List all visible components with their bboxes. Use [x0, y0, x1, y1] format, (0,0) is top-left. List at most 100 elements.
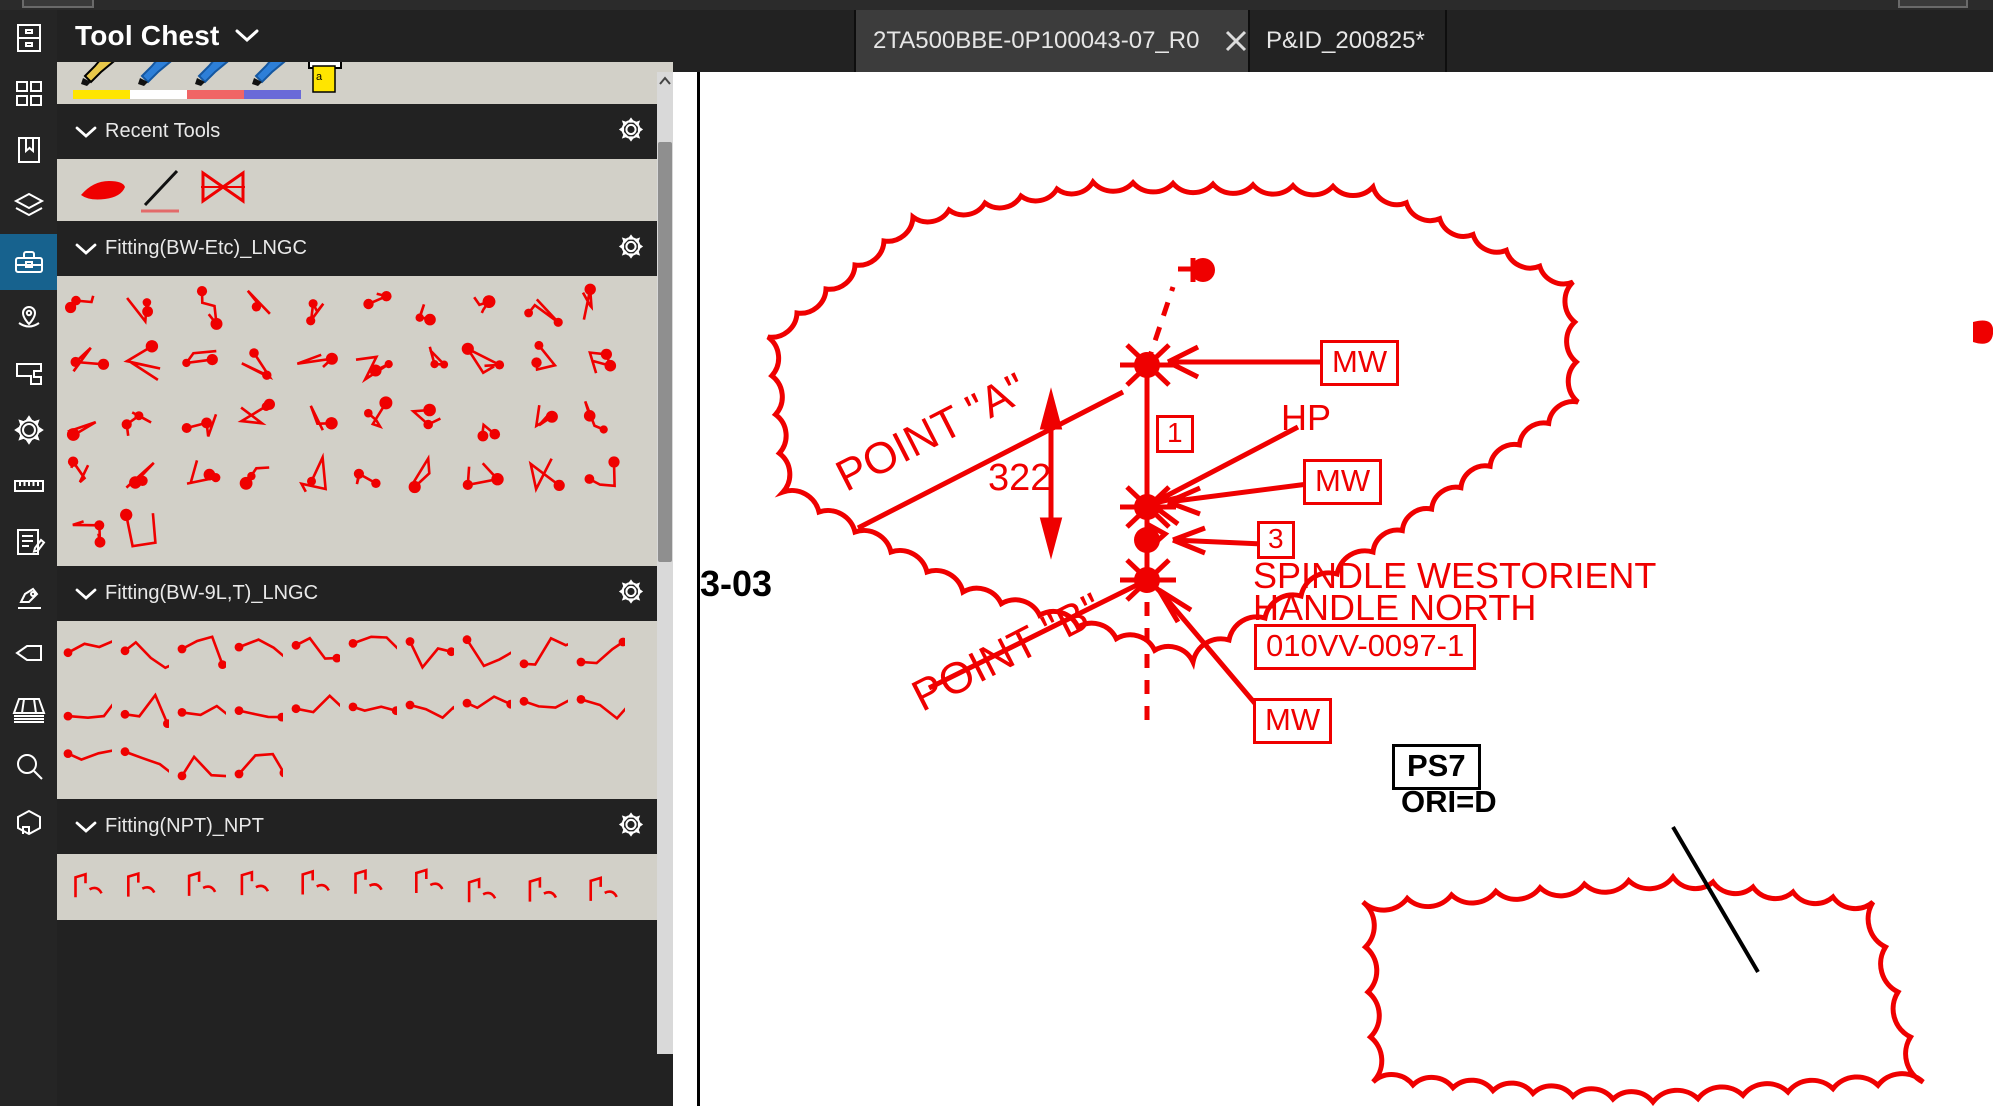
tool-grid-item[interactable] — [456, 280, 513, 336]
tool-grid-item[interactable] — [114, 625, 171, 681]
tool-grid-item[interactable] — [57, 858, 114, 914]
sticky-note-tool[interactable]: a — [303, 62, 351, 104]
tool-grid-item[interactable] — [114, 448, 171, 504]
tool-grid-item[interactable] — [399, 280, 456, 336]
sidebar-item-sheets[interactable] — [0, 682, 57, 738]
tool-grid-item[interactable] — [228, 681, 285, 737]
tool-grid-item[interactable] — [570, 681, 627, 737]
highlighter-color-swatch[interactable] — [187, 90, 244, 99]
tool-grid-item[interactable] — [456, 448, 513, 504]
tool-grid-item[interactable] — [171, 737, 228, 793]
recent-tool-highlight-swipe[interactable] — [75, 165, 131, 214]
tool-grid-item[interactable] — [228, 448, 285, 504]
tool-grid-item[interactable] — [171, 681, 228, 737]
tool-grid-item[interactable] — [57, 737, 114, 793]
recent-tool-leader-line[interactable] — [135, 165, 191, 220]
tool-grid-item[interactable] — [228, 625, 285, 681]
tool-grid-item[interactable] — [228, 737, 285, 793]
tool-grid-item[interactable] — [57, 336, 114, 392]
tool-grid-item[interactable] — [399, 681, 456, 737]
tool-grid-item[interactable] — [342, 625, 399, 681]
highlighter-tool[interactable] — [189, 62, 239, 91]
highlighter-color-swatch[interactable] — [244, 90, 301, 99]
tool-grid-item[interactable] — [513, 392, 570, 448]
document-tab[interactable]: 2TA500BBE-0P100043-07_R0 — [855, 10, 1248, 72]
document-tab[interactable]: P&ID_200825* — [1248, 10, 1445, 72]
sidebar-item-spaces[interactable] — [0, 346, 57, 402]
tool-grid-item[interactable] — [570, 448, 627, 504]
close-icon[interactable] — [1221, 26, 1251, 56]
sidebar-item-search[interactable] — [0, 738, 57, 794]
gear-icon[interactable] — [616, 576, 646, 611]
sidebar-item-tool-chest[interactable] — [0, 234, 57, 290]
tool-grid-item[interactable] — [399, 625, 456, 681]
tool-grid-item[interactable] — [570, 280, 627, 336]
highlighter-color-swatch[interactable] — [130, 90, 187, 99]
sidebar-item-measure[interactable] — [0, 458, 57, 514]
tool-grid-item[interactable] — [570, 858, 627, 914]
chevron-down-icon[interactable] — [234, 28, 260, 44]
tool-grid-item[interactable] — [513, 625, 570, 681]
sidebar-item-forms[interactable] — [0, 514, 57, 570]
sidebar-item-tags[interactable] — [0, 626, 57, 682]
tool-grid-item[interactable] — [228, 280, 285, 336]
tool-grid-item[interactable] — [285, 280, 342, 336]
tool-grid-item[interactable] — [342, 280, 399, 336]
tool-grid-item[interactable] — [228, 336, 285, 392]
sidebar-item-thumbnails[interactable] — [0, 66, 57, 122]
tool-grid-item[interactable] — [57, 392, 114, 448]
sidebar-item-settings[interactable] — [0, 402, 57, 458]
chevron-down-icon[interactable] — [75, 587, 99, 601]
gear-icon[interactable] — [616, 114, 646, 149]
tool-grid-item[interactable] — [114, 858, 171, 914]
tool-grid-item[interactable] — [285, 392, 342, 448]
sidebar-item-location[interactable] — [0, 290, 57, 346]
tool-grid-item[interactable] — [228, 858, 285, 914]
tool-grid-item[interactable] — [456, 336, 513, 392]
tool-grid-item[interactable] — [228, 392, 285, 448]
tool-grid-item[interactable] — [285, 681, 342, 737]
tool-grid-item[interactable] — [171, 448, 228, 504]
sidebar-item-3d-model[interactable] — [0, 794, 57, 850]
highlighter-tool[interactable] — [132, 62, 182, 91]
tool-grid-item[interactable] — [342, 336, 399, 392]
highlighter-color-swatch[interactable] — [73, 90, 130, 99]
tool-grid-item[interactable] — [114, 392, 171, 448]
gear-icon[interactable] — [616, 231, 646, 266]
tool-grid-item[interactable] — [114, 280, 171, 336]
tool-grid-item[interactable] — [399, 336, 456, 392]
chevron-down-icon[interactable] — [75, 242, 99, 256]
tool-grid-item[interactable] — [456, 858, 513, 914]
tool-grid-item[interactable] — [285, 858, 342, 914]
tool-grid-item[interactable] — [399, 392, 456, 448]
tool-grid-item[interactable] — [171, 392, 228, 448]
tool-grid-item[interactable] — [114, 504, 171, 560]
chevron-up-icon[interactable] — [657, 72, 673, 90]
tool-grid-item[interactable] — [171, 280, 228, 336]
sidebar-item-layers[interactable] — [0, 178, 57, 234]
chevron-down-icon[interactable] — [75, 125, 99, 139]
panel-scrollbar-thumb[interactable] — [658, 142, 672, 562]
tool-grid-item[interactable] — [57, 448, 114, 504]
sidebar-item-signature[interactable] — [0, 570, 57, 626]
drawing-canvas[interactable]: POINT "A" POINT "B" 322 1 3 MW MW MW HP … — [673, 72, 1993, 1106]
tool-grid-item[interactable] — [342, 392, 399, 448]
tool-grid-item[interactable] — [57, 504, 114, 560]
tool-grid-item[interactable] — [513, 858, 570, 914]
tool-grid-item[interactable] — [114, 681, 171, 737]
tool-grid-item[interactable] — [171, 336, 228, 392]
tool-grid-item[interactable] — [456, 681, 513, 737]
tool-grid-item[interactable] — [570, 625, 627, 681]
tool-grid-item[interactable] — [114, 737, 171, 793]
tool-grid-item[interactable] — [285, 625, 342, 681]
sidebar-item-file-cabinet[interactable] — [0, 10, 57, 66]
tool-grid-item[interactable] — [57, 625, 114, 681]
tool-grid-item[interactable] — [57, 681, 114, 737]
panel-scrollbar-track[interactable] — [657, 72, 673, 1054]
tool-grid-item[interactable] — [171, 858, 228, 914]
tool-grid-item[interactable] — [570, 392, 627, 448]
tool-grid-item[interactable] — [456, 392, 513, 448]
highlighter-tool[interactable] — [246, 62, 296, 91]
chevron-down-icon[interactable] — [75, 820, 99, 834]
tool-grid-item[interactable] — [513, 336, 570, 392]
